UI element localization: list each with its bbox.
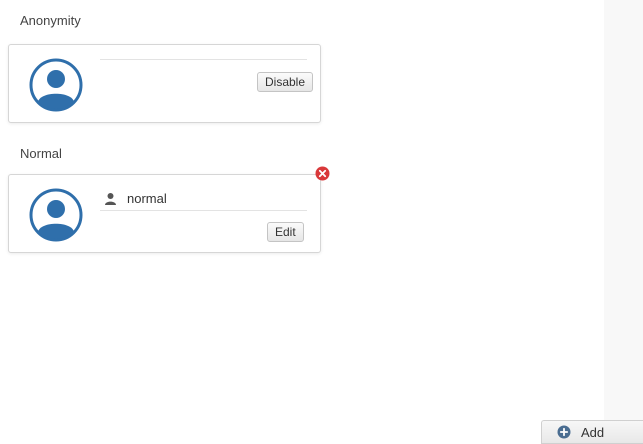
disable-button[interactable]: Disable bbox=[257, 72, 314, 92]
card-divider bbox=[100, 59, 307, 60]
remove-icon[interactable] bbox=[315, 166, 330, 181]
user-icon bbox=[105, 193, 116, 205]
card-divider bbox=[100, 210, 307, 211]
username-label: normal bbox=[127, 191, 167, 206]
anonymity-section-title: Anonymity bbox=[20, 13, 81, 28]
anonymity-user-card: Disable bbox=[8, 44, 321, 123]
avatar-icon bbox=[29, 58, 83, 112]
username-row: normal bbox=[104, 191, 167, 206]
page: Anonymity Disable Normal normal Edit Add bbox=[0, 0, 643, 444]
add-button-label: Add bbox=[581, 424, 605, 440]
right-panel-edge bbox=[604, 0, 643, 444]
normal-section-title: Normal bbox=[20, 146, 62, 161]
plus-circle-icon bbox=[557, 425, 571, 439]
add-button[interactable]: Add bbox=[541, 420, 643, 444]
normal-user-card: normal Edit bbox=[8, 174, 321, 253]
edit-button[interactable]: Edit bbox=[267, 222, 304, 242]
avatar-icon bbox=[29, 188, 83, 242]
